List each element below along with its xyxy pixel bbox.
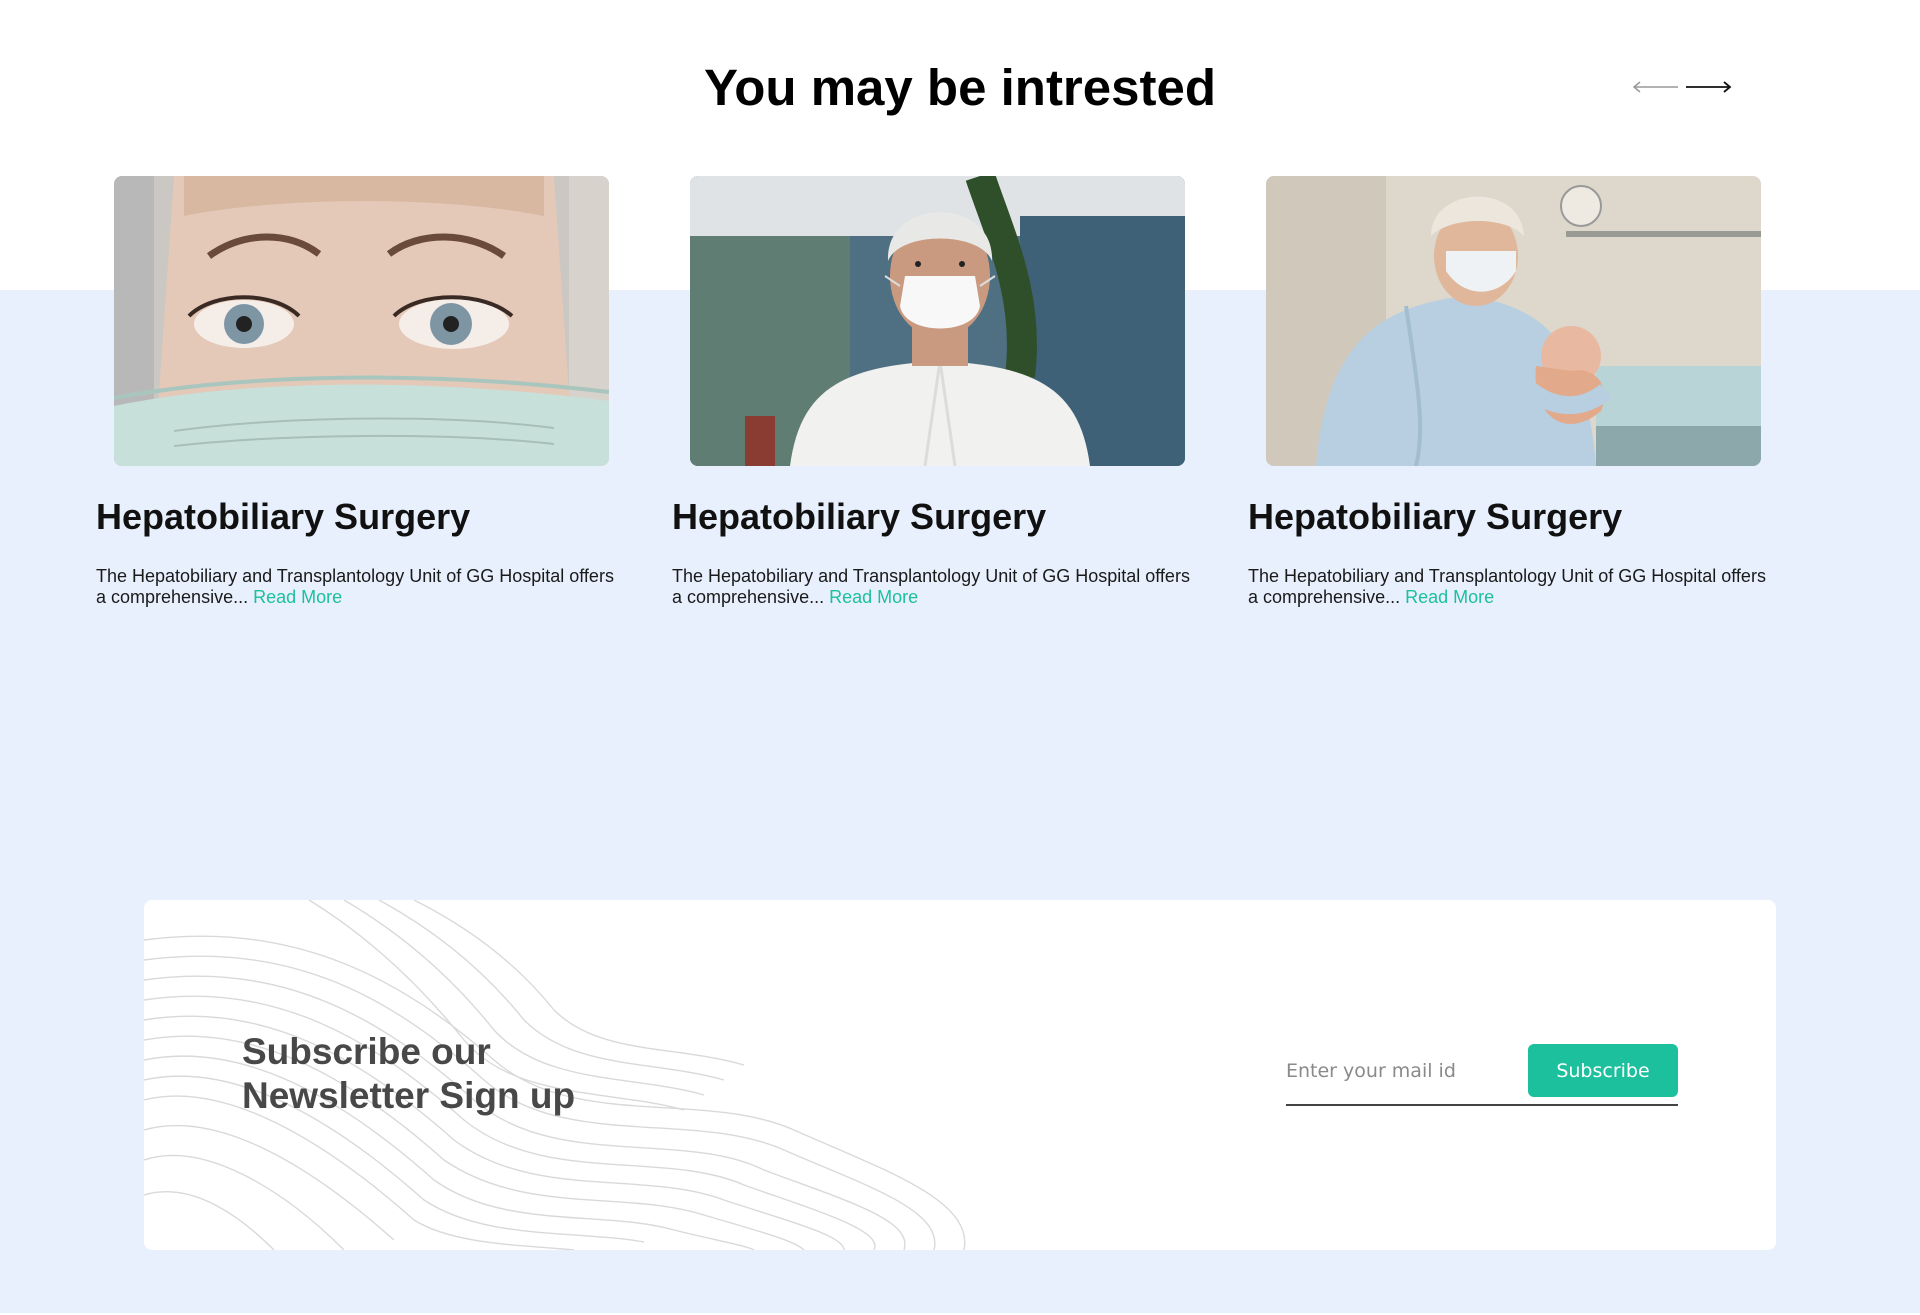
newsletter-title-line1: Subscribe our: [242, 1031, 491, 1072]
read-more-link[interactable]: Read More: [253, 587, 342, 607]
newsletter-title: Subscribe our Newsletter Sign up: [242, 1030, 575, 1118]
masked-woman-eyes-photo: [114, 176, 609, 466]
read-more-link[interactable]: Read More: [1405, 587, 1494, 607]
newsletter-form: Subscribe: [1286, 1044, 1678, 1106]
card-title: Hepatobiliary Surgery: [1248, 496, 1623, 537]
subscribe-button[interactable]: Subscribe: [1528, 1044, 1678, 1097]
newsletter-title-line2: Newsletter Sign up: [242, 1075, 576, 1116]
card-image[interactable]: [1266, 176, 1761, 466]
read-more-link[interactable]: Read More: [829, 587, 918, 607]
arrow-right-icon: [1686, 81, 1732, 93]
surgeon-holding-newborn-photo: [1266, 176, 1761, 466]
card-title: Hepatobiliary Surgery: [672, 496, 1047, 537]
carousel-next-button[interactable]: [1684, 74, 1732, 100]
arrow-left-icon: [1632, 81, 1678, 93]
card-image[interactable]: [114, 176, 609, 466]
masked-man-photo: [690, 176, 1185, 466]
card-description: The Hepatobiliary and Transplantology Un…: [672, 566, 1192, 608]
card-image[interactable]: [690, 176, 1185, 466]
card-description-text: The Hepatobiliary and Transplantology Un…: [672, 566, 1190, 607]
carousel-prev-button[interactable]: [1632, 74, 1680, 100]
card-description: The Hepatobiliary and Transplantology Un…: [1248, 566, 1768, 608]
newsletter-card: Subscribe our Newsletter Sign up Subscri…: [144, 900, 1776, 1250]
card-description: The Hepatobiliary and Transplantology Un…: [96, 566, 616, 608]
card-description-text: The Hepatobiliary and Transplantology Un…: [96, 566, 614, 607]
card-description-text: The Hepatobiliary and Transplantology Un…: [1248, 566, 1766, 607]
carousel-controls: [1632, 74, 1734, 100]
card-title: Hepatobiliary Surgery: [96, 496, 471, 537]
email-input[interactable]: [1286, 1054, 1516, 1088]
